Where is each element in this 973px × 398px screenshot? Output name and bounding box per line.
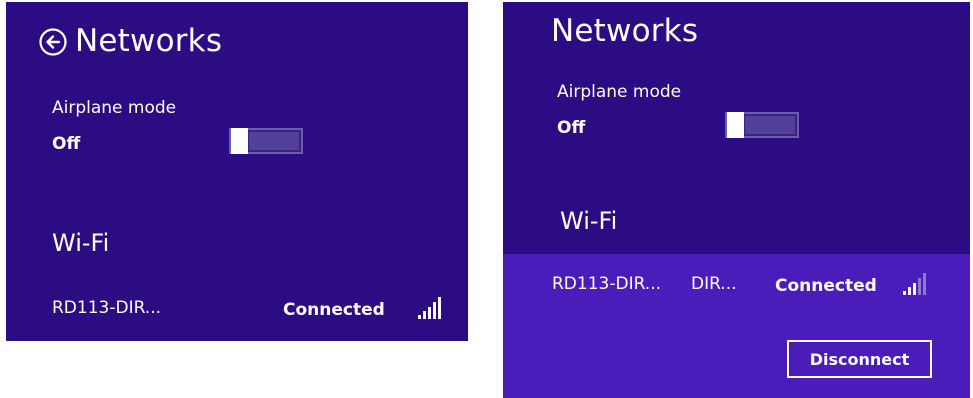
network-status: Connected: [283, 300, 385, 320]
toggle-thumb: [231, 128, 248, 154]
airplane-mode-toggle[interactable]: [229, 128, 303, 154]
toggle-track-fill: [745, 116, 795, 134]
airplane-mode-label: Airplane mode: [557, 82, 682, 102]
wifi-section-heading: Wi-Fi: [560, 207, 618, 235]
toggle-thumb: [727, 112, 744, 138]
toggle-track-fill: [249, 132, 299, 150]
network-security: DIR...: [691, 274, 737, 294]
page-title: Networks: [75, 23, 223, 59]
airplane-mode-state: Off: [557, 118, 586, 138]
wifi-signal-icon: [418, 297, 441, 319]
airplane-mode-state: Off: [52, 134, 81, 154]
networks-panel-left: Networks Airplane mode Off Wi-Fi RD113-D…: [6, 2, 468, 341]
network-name: RD113-DIR...: [552, 274, 662, 294]
network-name: RD113-DIR...: [52, 298, 162, 318]
network-status: Connected: [775, 276, 877, 296]
wifi-signal-icon: [903, 273, 926, 295]
airplane-mode-label: Airplane mode: [52, 98, 177, 118]
page-title: Networks: [551, 13, 699, 49]
wifi-section-heading: Wi-Fi: [52, 229, 110, 257]
back-arrow-icon: [39, 28, 67, 56]
back-button[interactable]: [39, 28, 67, 60]
network-row[interactable]: RD113-DIR... Connected: [6, 292, 468, 328]
networks-panel-right: Networks Airplane mode Off Wi-Fi RD113-D…: [503, 2, 970, 398]
disconnect-button[interactable]: Disconnect: [787, 340, 932, 378]
airplane-mode-toggle[interactable]: [725, 112, 799, 138]
network-row[interactable]: RD113-DIR... DIR... Connected: [503, 268, 970, 304]
